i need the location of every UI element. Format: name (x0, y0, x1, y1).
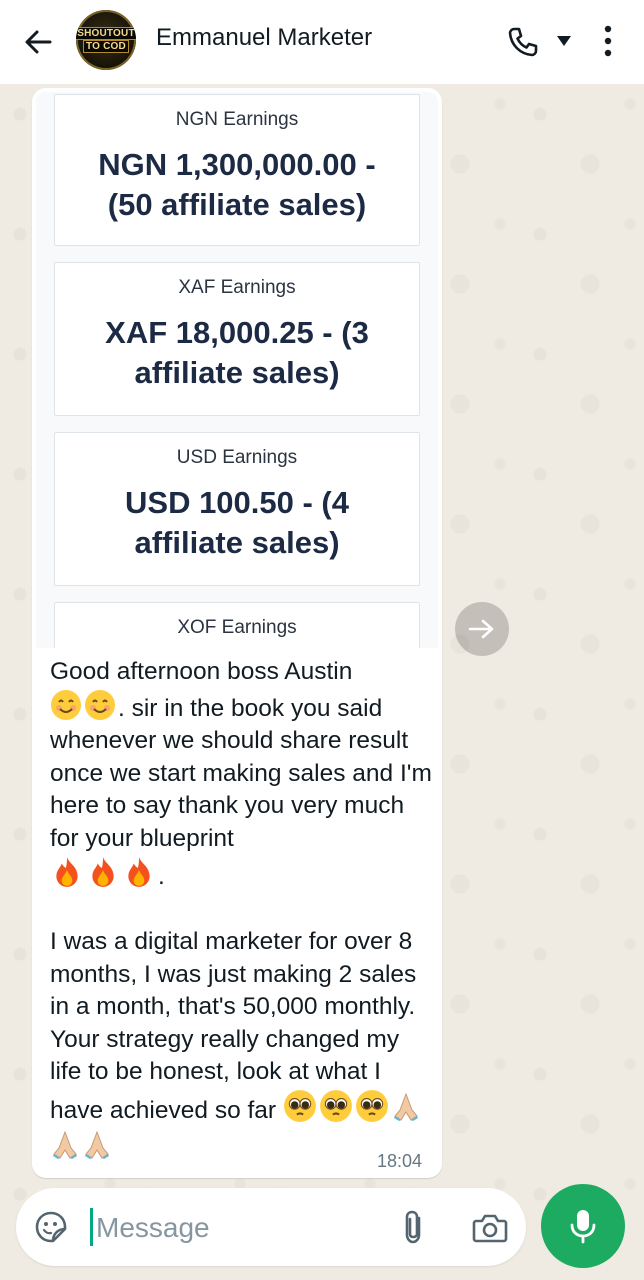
fire-emoji (56, 857, 78, 887)
pleading-face-emoji (319, 1089, 352, 1122)
earnings-card-ngn: NGN Earnings NGN 1,300,000.00 - (50 affi… (54, 94, 420, 246)
earnings-card-xof: XOF Earnings (54, 602, 420, 648)
text-caret (90, 1208, 93, 1246)
message-text: Good afternoon boss Austin . sir in the … (50, 656, 434, 1166)
more-vertical-icon[interactable] (600, 24, 616, 58)
earnings-card-label: XAF Earnings (178, 277, 296, 298)
smiling-face-emoji (51, 689, 81, 720)
sticker-icon[interactable] (34, 1210, 68, 1244)
earnings-card-usd: USD Earnings USD 100.50 - (4 affiliate s… (54, 432, 420, 586)
avatar-text-line1: SHOUTOUT (76, 27, 136, 40)
message-input[interactable] (94, 1206, 378, 1250)
earnings-screenshot-image[interactable]: NGN Earnings NGN 1,300,000.00 - (50 affi… (36, 92, 438, 648)
folded-hands-emoji (85, 1130, 109, 1159)
voice-message-button[interactable] (541, 1184, 625, 1268)
fire-emoji (92, 857, 114, 887)
earnings-card-value: USD 100.50 - (4 affiliate sales) (125, 485, 349, 560)
avatar-text-line2: TO COD (83, 40, 129, 53)
message-timestamp: 18:04 (377, 1151, 423, 1171)
earnings-card-xaf: XAF Earnings XAF 18,000.25 - (3 affiliat… (54, 262, 420, 416)
earnings-card-label: NGN Earnings (175, 109, 299, 130)
earnings-card-value: NGN 1,300,000.00 - (50 affiliate sales) (98, 147, 376, 222)
pleading-face-emoji (355, 1089, 388, 1122)
earnings-card-label: USD Earnings (176, 447, 298, 468)
smiling-face-emoji (85, 689, 115, 720)
chevron-down-icon[interactable] (556, 34, 572, 48)
message-line: . (158, 863, 165, 890)
contact-name[interactable]: Emmanuel Marketer (156, 24, 372, 52)
back-arrow-icon[interactable] (22, 26, 54, 58)
folded-hands-emoji (393, 1092, 418, 1121)
forward-icon (468, 619, 494, 639)
folded-hands-emoji (53, 1130, 77, 1159)
pleading-face-emoji (283, 1089, 316, 1122)
phone-call-icon[interactable] (506, 25, 540, 59)
fire-emoji (128, 857, 150, 887)
paperclip-icon[interactable] (398, 1208, 428, 1246)
earnings-card-label: XOF Earnings (177, 617, 297, 638)
microphone-icon (570, 1210, 596, 1244)
avatar[interactable]: SHOUTOUT TO COD (76, 10, 136, 70)
chat-header: SHOUTOUT TO COD Emmanuel Marketer (0, 0, 644, 84)
earnings-card-value: XAF 18,000.25 - (3 affiliate sales) (105, 315, 369, 390)
camera-icon[interactable] (472, 1212, 508, 1244)
forward-button[interactable] (455, 602, 509, 656)
message-line: Good afternoon boss Austin (50, 658, 353, 685)
